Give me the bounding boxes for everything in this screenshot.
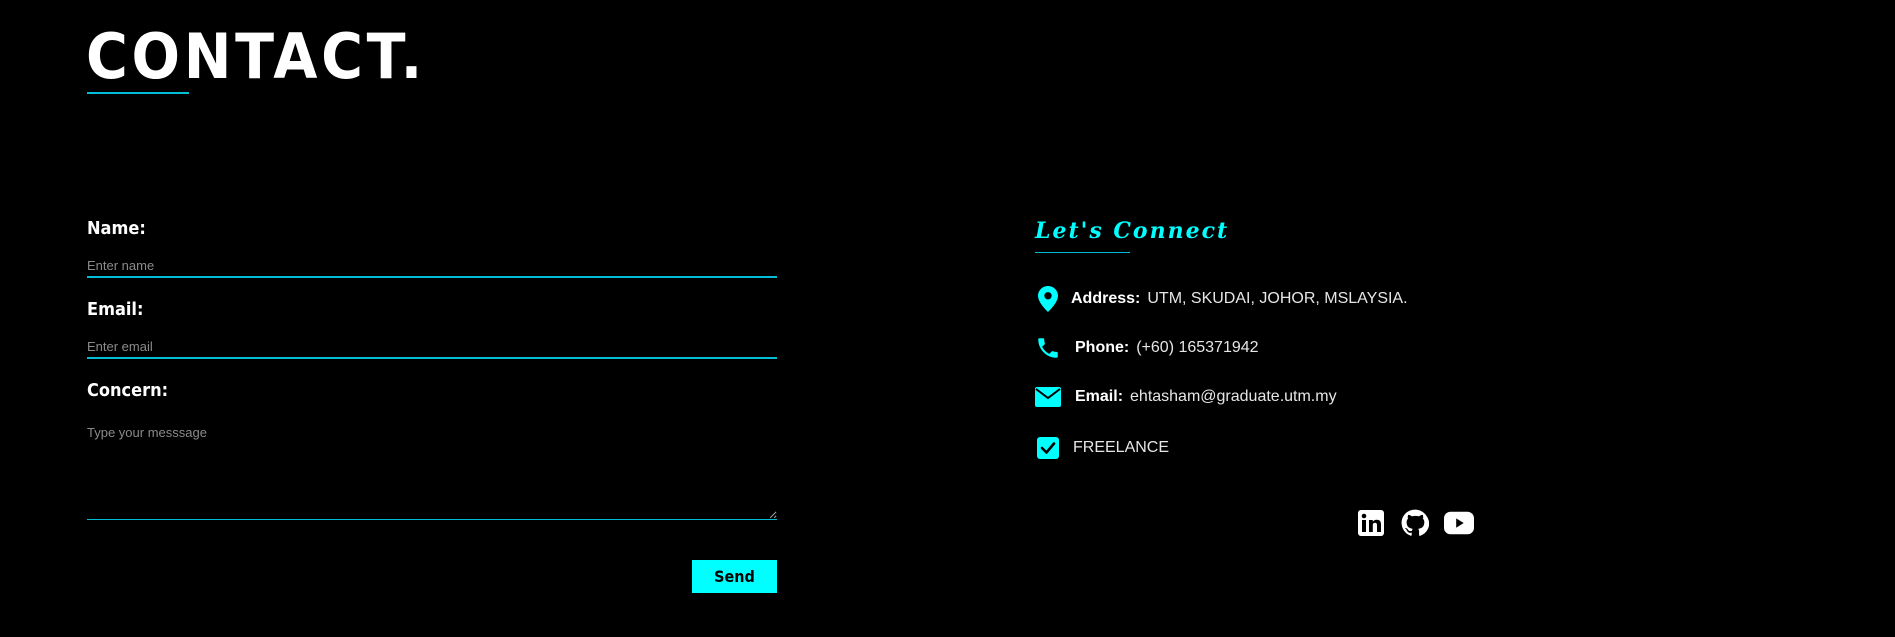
email-label: Email:: [87, 299, 144, 320]
email-row: Email: ehtasham@graduate.utm.my: [1035, 384, 1337, 410]
envelope-icon: [1035, 384, 1061, 410]
connect-heading: Let's Connect: [1035, 218, 1230, 244]
github-icon[interactable]: [1400, 508, 1430, 538]
phone-key: Phone:: [1075, 339, 1130, 356]
page-title: CONTACT.: [86, 20, 426, 93]
social-links: [1356, 508, 1474, 538]
phone-row: Phone: (+60) 165371942: [1035, 335, 1259, 361]
linkedin-icon[interactable]: [1356, 508, 1386, 538]
send-button[interactable]: Send: [692, 560, 777, 593]
connect-underline: [1035, 252, 1130, 253]
freelance-row: FREELANCE: [1035, 435, 1169, 461]
email-key: Email:: [1075, 388, 1124, 405]
location-pin-icon: [1035, 286, 1061, 312]
email-value[interactable]: ehtasham@graduate.utm.my: [1130, 388, 1337, 406]
address-key: Address:: [1071, 290, 1141, 307]
concern-label: Concern:: [87, 380, 169, 401]
freelance-value: FREELANCE: [1073, 439, 1170, 456]
youtube-icon[interactable]: [1444, 508, 1474, 538]
address-value: UTM, SKUDAI, JOHOR, MSLAYSIA.: [1147, 290, 1408, 307]
email-input[interactable]: [87, 333, 777, 359]
checkbox-checked-icon: [1035, 435, 1061, 461]
phone-icon: [1035, 335, 1061, 361]
concern-textarea[interactable]: [87, 413, 777, 520]
name-label: Name:: [87, 218, 146, 239]
name-input[interactable]: [87, 252, 777, 278]
phone-value: (+60) 165371942: [1136, 339, 1259, 356]
title-underline: [87, 92, 189, 94]
address-row: Address: UTM, SKUDAI, JOHOR, MSLAYSIA.: [1035, 286, 1408, 312]
